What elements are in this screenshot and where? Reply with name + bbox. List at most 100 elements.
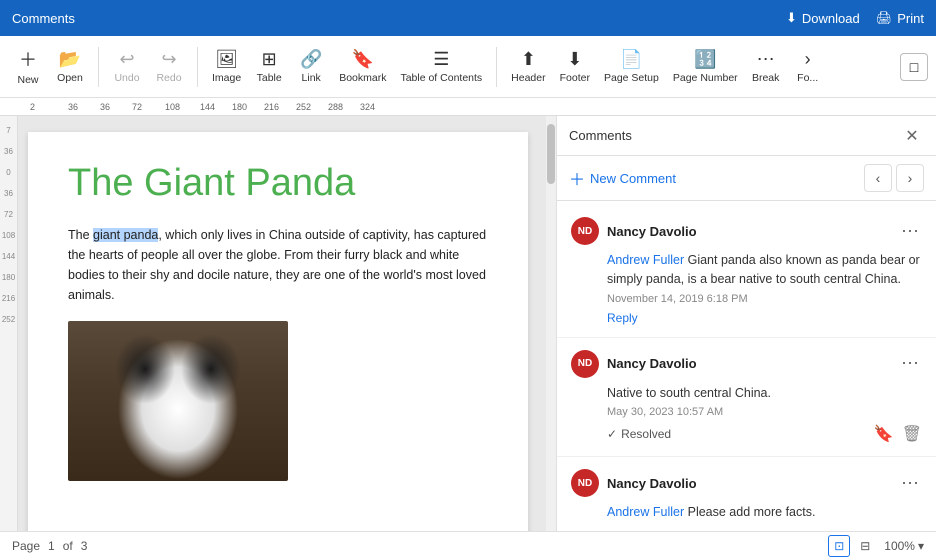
app-title: Comments [12, 11, 75, 26]
avatar: ND [571, 217, 599, 245]
view-icons: ⊡ ⊟ [828, 535, 876, 557]
status-bar: Page 1 of 3 ⊡ ⊟ 100% ▾ [0, 531, 936, 559]
resolved-actions: 🔖 🗑 [874, 424, 922, 444]
table-icon: ⊞ [262, 49, 277, 70]
bookmark-resolved-icon[interactable]: 🔖 [874, 424, 894, 444]
header-button[interactable]: ⬆ Header [505, 40, 551, 94]
avatar: ND [571, 469, 599, 497]
document-title: The Giant Panda [68, 162, 488, 205]
more-chevron-icon: › [805, 49, 811, 70]
open-button[interactable]: 📂 Open [50, 40, 90, 94]
toc-button[interactable]: ☰ Table of Contents [394, 40, 488, 94]
download-icon: ⬇ [786, 10, 797, 26]
undo-button[interactable]: ↩ Undo [107, 40, 147, 94]
horizontal-ruler: 2 36 36 72 108 144 180 216 252 288 324 [0, 98, 936, 116]
zoom-level: 100% [884, 539, 915, 553]
comments-panel: Comments ✕ ＋ New Comment ‹ › ND Nancy Da… [556, 116, 936, 531]
view-page-button[interactable]: ⊡ [828, 535, 850, 557]
comment-body: Native to south central China. [607, 384, 922, 403]
comment-more-button[interactable]: ⋯ [898, 219, 922, 243]
comments-prev-button[interactable]: ‹ [864, 164, 892, 192]
resolved-label: Resolved [621, 427, 671, 441]
comment-username: Nancy Davolio [607, 476, 697, 491]
resolved-status[interactable]: ✓ Resolved [607, 427, 671, 441]
comment-timestamp: May 30, 2023 10:57 AM [607, 406, 922, 418]
document-area[interactable]: 7 36 0 36 72 108 144 180 216 252 The Gia… [0, 116, 556, 531]
comments-panel-title: Comments [569, 128, 632, 143]
comment-timestamp: November 14, 2019 6:18 PM [607, 293, 922, 305]
bookmark-icon: 🔖 [352, 49, 374, 70]
new-button[interactable]: ＋ New [8, 40, 48, 94]
toolbar-group-insert: 🖼 Image ⊞ Table 🔗 Link 🔖 Bookmark ☰ Tabl… [206, 40, 488, 94]
comment-more-button[interactable]: ⋯ [898, 352, 922, 376]
bookmark-button[interactable]: 🔖 Bookmark [333, 40, 392, 94]
current-page: 1 [48, 539, 55, 553]
print-button[interactable]: 🖨 Print [876, 10, 924, 26]
page-setup-icon: 📄 [620, 49, 642, 70]
comment-user-info: ND Nancy Davolio [571, 217, 697, 245]
comment-mention: Andrew Fuller [607, 253, 684, 267]
status-right: ⊡ ⊟ 100% ▾ [828, 535, 924, 557]
comments-toolbar: ＋ New Comment ‹ › [557, 156, 936, 201]
comments-icon: □ [910, 59, 918, 75]
page-number-icon: 🔢 [694, 49, 716, 70]
toc-icon: ☰ [433, 49, 449, 70]
new-icon: ＋ [19, 46, 37, 72]
delete-icon[interactable]: 🗑 [902, 424, 922, 444]
divider-1 [98, 47, 99, 87]
download-button[interactable]: ⬇ Download [786, 10, 860, 26]
new-comment-button[interactable]: ＋ New Comment [569, 166, 676, 190]
print-icon: 🖨 [876, 10, 893, 26]
comment-mention: Andrew Fuller [607, 505, 684, 519]
comments-list: ND Nancy Davolio ⋯ Andrew Fuller Giant p… [557, 201, 936, 531]
comment-user-info: ND Nancy Davolio [571, 469, 697, 497]
more-button[interactable]: › Fo... [788, 40, 828, 94]
check-icon: ✓ [607, 427, 617, 441]
status-left: Page 1 of 3 [12, 539, 87, 553]
comments-toggle-button[interactable]: □ [900, 53, 928, 81]
break-button[interactable]: ⋯ Break [746, 40, 786, 94]
comment-username: Nancy Davolio [607, 356, 697, 371]
comment-body: Andrew Fuller Please add more facts. [607, 503, 922, 522]
divider-3 [496, 47, 497, 87]
footer-icon: ⬇ [567, 49, 582, 70]
comment-header: ND Nancy Davolio ⋯ [571, 217, 922, 245]
table-button[interactable]: ⊞ Table [249, 40, 289, 94]
of-label: of [63, 539, 73, 553]
footer-button[interactable]: ⬇ Footer [554, 40, 596, 94]
open-icon: 📂 [59, 49, 81, 70]
vertical-scrollbar[interactable] [546, 116, 556, 531]
highlighted-text: giant panda [93, 228, 158, 242]
total-pages: 3 [81, 539, 88, 553]
image-button[interactable]: 🖼 Image [206, 40, 247, 94]
title-bar: Comments ⬇ Download 🖨 Print [0, 0, 936, 36]
comment-body: Andrew Fuller Giant panda also known as … [607, 251, 922, 289]
document-scroll-area[interactable]: The Giant Panda The giant panda, which o… [0, 116, 556, 531]
page-number-button[interactable]: 🔢 Page Number [667, 40, 744, 94]
toolbar-group-edit: ↩ Undo ↪ Redo [107, 40, 189, 94]
redo-button[interactable]: ↪ Redo [149, 40, 189, 94]
toolbar-right: □ [900, 53, 928, 81]
break-icon: ⋯ [757, 49, 775, 70]
view-layout-button[interactable]: ⊟ [854, 535, 876, 557]
comments-close-button[interactable]: ✕ [900, 124, 924, 148]
comments-next-button[interactable]: › [896, 164, 924, 192]
page-setup-button[interactable]: 📄 Page Setup [598, 40, 665, 94]
zoom-control[interactable]: 100% ▾ [884, 539, 924, 553]
comments-navigation: ‹ › [864, 164, 924, 192]
panda-photo [68, 321, 288, 481]
comment-username: Nancy Davolio [607, 224, 697, 239]
reply-button[interactable]: Reply [607, 311, 922, 325]
header-icon: ⬆ [521, 49, 536, 70]
link-button[interactable]: 🔗 Link [291, 40, 331, 94]
panda-image [68, 321, 288, 481]
title-bar-actions: ⬇ Download 🖨 Print [786, 10, 924, 26]
comments-panel-header: Comments ✕ [557, 116, 936, 156]
comment-item: ND Nancy Davolio ⋯ Andrew Fuller Please … [557, 457, 936, 531]
plus-icon: ＋ [569, 166, 585, 190]
comment-header: ND Nancy Davolio ⋯ [571, 469, 922, 497]
undo-icon: ↩ [119, 49, 134, 70]
main-area: 7 36 0 36 72 108 144 180 216 252 The Gia… [0, 116, 936, 531]
scrollbar-thumb[interactable] [547, 124, 555, 184]
comment-more-button[interactable]: ⋯ [898, 471, 922, 495]
